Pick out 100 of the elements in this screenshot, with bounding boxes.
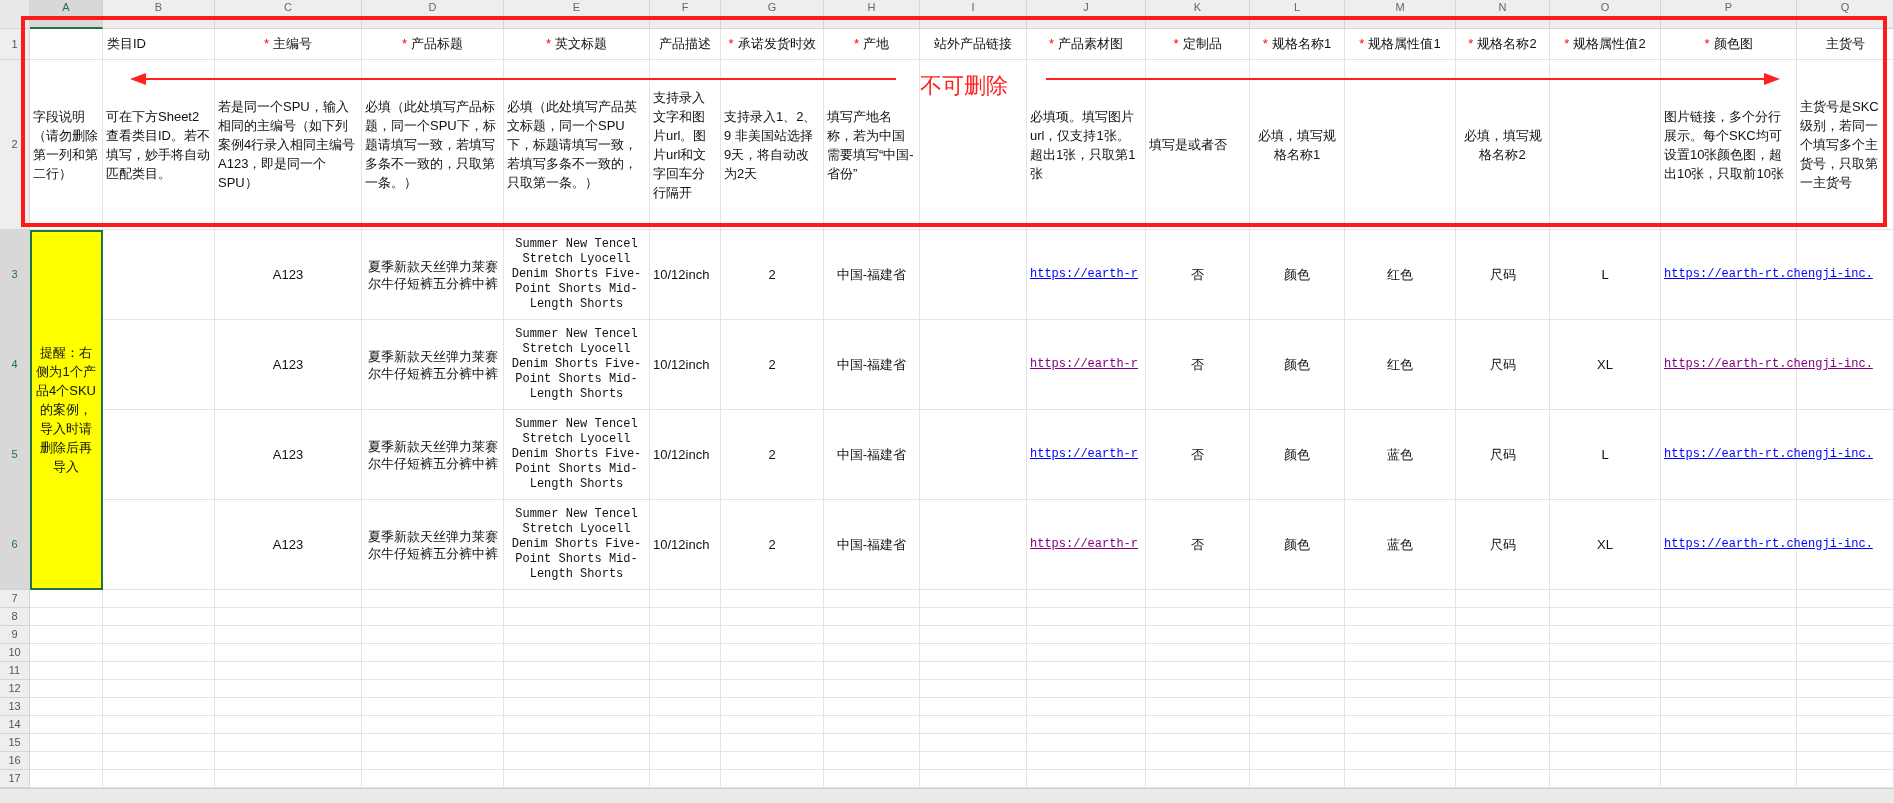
- link[interactable]: https://earth-r: [1030, 266, 1139, 283]
- empty-cell[interactable]: [1345, 680, 1456, 698]
- empty-cell[interactable]: [1550, 752, 1661, 770]
- empty-cell[interactable]: [721, 698, 824, 716]
- empty-cell[interactable]: [824, 734, 920, 752]
- empty-cell[interactable]: [824, 590, 920, 608]
- empty-cell[interactable]: [824, 752, 920, 770]
- row-header[interactable]: 16: [0, 752, 30, 770]
- empty-cell[interactable]: [824, 662, 920, 680]
- empty-cell[interactable]: [103, 680, 215, 698]
- row-header[interactable]: 5: [0, 410, 30, 500]
- empty-cell[interactable]: [1550, 734, 1661, 752]
- empty-cell[interactable]: [103, 500, 215, 590]
- empty-cell[interactable]: [920, 752, 1027, 770]
- row-header[interactable]: 6: [0, 500, 30, 590]
- empty-cell[interactable]: [1797, 752, 1894, 770]
- empty-cell[interactable]: [103, 320, 215, 410]
- empty-cell[interactable]: [103, 716, 215, 734]
- empty-cell[interactable]: [1146, 716, 1250, 734]
- empty-cell[interactable]: [215, 716, 362, 734]
- empty-cell[interactable]: [504, 590, 650, 608]
- empty-cell[interactable]: [362, 698, 504, 716]
- empty-cell[interactable]: [1550, 680, 1661, 698]
- empty-cell[interactable]: [1456, 680, 1550, 698]
- row-header[interactable]: 15: [0, 734, 30, 752]
- empty-cell[interactable]: [650, 752, 721, 770]
- empty-cell[interactable]: [721, 734, 824, 752]
- empty-cell[interactable]: [824, 644, 920, 662]
- empty-cell[interactable]: [650, 644, 721, 662]
- empty-cell[interactable]: [1456, 716, 1550, 734]
- empty-cell[interactable]: [1027, 752, 1146, 770]
- link[interactable]: https://earth-r: [1030, 356, 1139, 373]
- link[interactable]: https://earth-rt.chengji-inc.: [1664, 536, 1873, 553]
- row-header[interactable]: 17: [0, 770, 30, 788]
- empty-cell[interactable]: [1027, 662, 1146, 680]
- empty-cell[interactable]: [1797, 608, 1894, 626]
- empty-cell[interactable]: [215, 608, 362, 626]
- empty-cell[interactable]: [362, 608, 504, 626]
- empty-cell[interactable]: [504, 752, 650, 770]
- empty-cell[interactable]: [362, 752, 504, 770]
- empty-cell[interactable]: [1456, 698, 1550, 716]
- empty-cell[interactable]: [824, 680, 920, 698]
- empty-cell[interactable]: [1661, 644, 1797, 662]
- empty-cell[interactable]: [1797, 644, 1894, 662]
- empty-cell[interactable]: [215, 680, 362, 698]
- empty-cell[interactable]: [920, 644, 1027, 662]
- empty-cell[interactable]: [1550, 644, 1661, 662]
- empty-cell[interactable]: [920, 662, 1027, 680]
- empty-cell[interactable]: [1027, 716, 1146, 734]
- empty-cell[interactable]: [504, 644, 650, 662]
- empty-cell[interactable]: [1250, 644, 1345, 662]
- empty-cell[interactable]: [1456, 752, 1550, 770]
- empty-cell[interactable]: [920, 680, 1027, 698]
- empty-cell[interactable]: [824, 608, 920, 626]
- empty-cell[interactable]: [103, 752, 215, 770]
- empty-cell[interactable]: [920, 698, 1027, 716]
- empty-cell[interactable]: [1146, 590, 1250, 608]
- empty-cell[interactable]: [1027, 644, 1146, 662]
- empty-cell[interactable]: [1797, 716, 1894, 734]
- empty-cell[interactable]: [824, 716, 920, 734]
- empty-cell[interactable]: [1661, 752, 1797, 770]
- empty-cell[interactable]: [920, 608, 1027, 626]
- empty-cell[interactable]: [1456, 590, 1550, 608]
- empty-cell[interactable]: [721, 680, 824, 698]
- empty-cell[interactable]: [920, 500, 1027, 590]
- row-header[interactable]: 9: [0, 626, 30, 644]
- link[interactable]: https://earth-rt.chengji-inc.: [1664, 266, 1873, 283]
- empty-cell[interactable]: [215, 590, 362, 608]
- empty-cell[interactable]: [1250, 608, 1345, 626]
- empty-cell[interactable]: [362, 626, 504, 644]
- empty-cell[interactable]: [1797, 698, 1894, 716]
- empty-cell[interactable]: [1027, 698, 1146, 716]
- empty-cell[interactable]: [1550, 662, 1661, 680]
- empty-cell[interactable]: [103, 230, 215, 320]
- empty-cell[interactable]: [1797, 590, 1894, 608]
- empty-cell[interactable]: [920, 734, 1027, 752]
- empty-cell[interactable]: [1146, 644, 1250, 662]
- link[interactable]: https://earth-rt.chengji-inc.: [1664, 356, 1873, 373]
- empty-cell[interactable]: [1027, 734, 1146, 752]
- empty-cell[interactable]: [103, 410, 215, 500]
- empty-cell[interactable]: [504, 608, 650, 626]
- empty-cell[interactable]: [362, 590, 504, 608]
- empty-cell[interactable]: [721, 644, 824, 662]
- empty-cell[interactable]: [721, 662, 824, 680]
- empty-cell[interactable]: [362, 662, 504, 680]
- empty-cell[interactable]: [1456, 608, 1550, 626]
- empty-cell[interactable]: [103, 662, 215, 680]
- empty-cell[interactable]: [504, 698, 650, 716]
- empty-cell[interactable]: [1146, 752, 1250, 770]
- empty-cell[interactable]: [1345, 698, 1456, 716]
- row-header[interactable]: 14: [0, 716, 30, 734]
- row-header[interactable]: 13: [0, 698, 30, 716]
- empty-cell[interactable]: [650, 716, 721, 734]
- empty-cell[interactable]: [103, 698, 215, 716]
- empty-cell[interactable]: [650, 662, 721, 680]
- empty-cell[interactable]: [824, 626, 920, 644]
- empty-cell[interactable]: [215, 662, 362, 680]
- empty-cell[interactable]: [1250, 626, 1345, 644]
- empty-cell[interactable]: [1456, 626, 1550, 644]
- empty-cell[interactable]: [1797, 680, 1894, 698]
